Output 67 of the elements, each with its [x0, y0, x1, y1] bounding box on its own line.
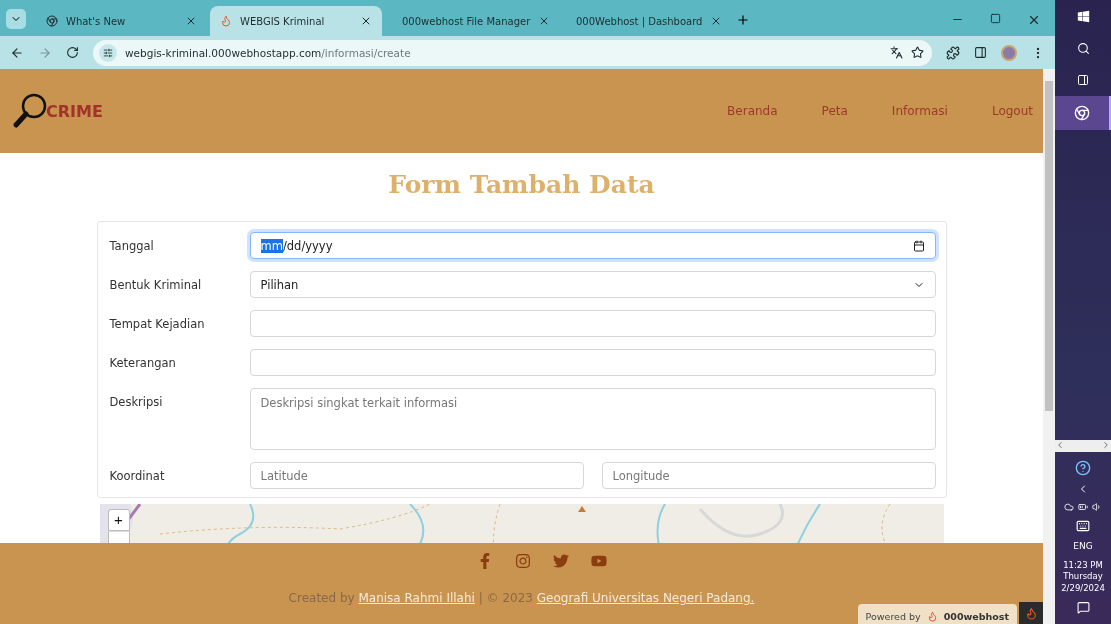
- input-field[interactable]: [249, 349, 936, 376]
- instagram-icon[interactable]: [514, 553, 531, 569]
- date-field[interactable]: mm/dd/yyyy: [249, 232, 936, 259]
- form-title: Form Tambah Data: [388, 170, 655, 199]
- clock-day[interactable]: Thursday: [1063, 571, 1103, 583]
- chevron-left-icon: [1055, 440, 1065, 451]
- side-panel-icon[interactable]: [974, 46, 987, 59]
- puzzle-icon[interactable]: [946, 45, 960, 60]
- field-label: Bentuk Kriminal: [109, 277, 203, 292]
- field-label: Tempat Kejadian: [109, 316, 206, 331]
- chevron-right-icon: [1101, 440, 1111, 451]
- tab-search-button[interactable]: [6, 9, 26, 29]
- search-icon[interactable]: [1076, 41, 1090, 55]
- textarea-field[interactable]: Deskripsi singkat terkait informasi: [249, 388, 936, 450]
- battery-icon[interactable]: [1078, 502, 1088, 513]
- field-label: Keterangan: [109, 355, 177, 370]
- back-icon[interactable]: [10, 45, 24, 60]
- translate-icon[interactable]: [890, 46, 903, 59]
- calendar-icon[interactable]: [912, 239, 925, 252]
- credit-text: Created by Manisa Rahmi Illahi | © 2023 Geografi Universitas Negeri Padang.: [288, 591, 755, 605]
- chrome-icon: [46, 15, 58, 27]
- brand-name: CRIME: [46, 101, 103, 121]
- volume-icon[interactable]: [1092, 502, 1102, 513]
- restore-icon[interactable]: [990, 13, 1001, 24]
- date-segment[interactable]: /dd/yyyy: [282, 238, 333, 253]
- language-indicator[interactable]: ENG: [1073, 540, 1093, 553]
- close-icon[interactable]: [185, 15, 197, 27]
- cloud-icon[interactable]: [1064, 502, 1074, 513]
- input-field[interactable]: [249, 310, 936, 337]
- windows-icon[interactable]: [1076, 9, 1090, 23]
- site-settings-button[interactable]: [99, 43, 117, 62]
- new-tab-icon[interactable]: [736, 13, 750, 27]
- input-field[interactable]: Longitude: [601, 462, 936, 489]
- flame-icon: [926, 610, 938, 622]
- flame-icon: [1024, 606, 1038, 620]
- input-field[interactable]: Latitude: [249, 462, 584, 489]
- powered-by-badge[interactable]: Powered by 000webhost: [857, 604, 1017, 624]
- twitter-icon[interactable]: [552, 553, 569, 569]
- taskbar-app[interactable]: [1055, 96, 1111, 130]
- youtube-icon[interactable]: [590, 553, 607, 569]
- chrome-icon: [1074, 105, 1090, 121]
- reload-icon[interactable]: [66, 46, 79, 59]
- browser-tab[interactable]: What's New: [36, 6, 208, 36]
- address-bar[interactable]: webgis-kriminal.000webhostapp.com/informasi/create: [93, 39, 932, 66]
- magnifier-icon: [12, 91, 48, 131]
- profile-avatar[interactable]: [1001, 44, 1017, 61]
- clock-date[interactable]: 2/29/2024: [1061, 582, 1105, 594]
- zoom-in-button[interactable]: +: [107, 509, 130, 531]
- star-icon[interactable]: [911, 46, 924, 59]
- field-label: Koordinat: [109, 468, 166, 483]
- select-field[interactable]: Pilihan: [249, 271, 936, 298]
- keyboard-icon[interactable]: [1076, 519, 1090, 534]
- host-button[interactable]: [1019, 602, 1043, 624]
- browser-tab[interactable]: WEBGIS Kriminal: [210, 6, 382, 36]
- field-label: Tanggal: [109, 238, 155, 253]
- scrollbar[interactable]: [1043, 69, 1055, 624]
- notification-icon[interactable]: [1076, 601, 1090, 614]
- task-view-icon[interactable]: [1077, 74, 1089, 86]
- close-icon[interactable]: [360, 15, 372, 27]
- date-segment[interactable]: mm: [260, 238, 283, 253]
- field-label: Deskripsi: [109, 394, 164, 409]
- close-icon[interactable]: [1027, 13, 1041, 27]
- flame-icon: [220, 15, 232, 27]
- tray-scrollbar[interactable]: [1055, 440, 1111, 453]
- help-icon[interactable]: [1075, 460, 1091, 477]
- clock-time[interactable]: 11:23 PM: [1063, 559, 1103, 572]
- sliders-icon: [103, 47, 113, 58]
